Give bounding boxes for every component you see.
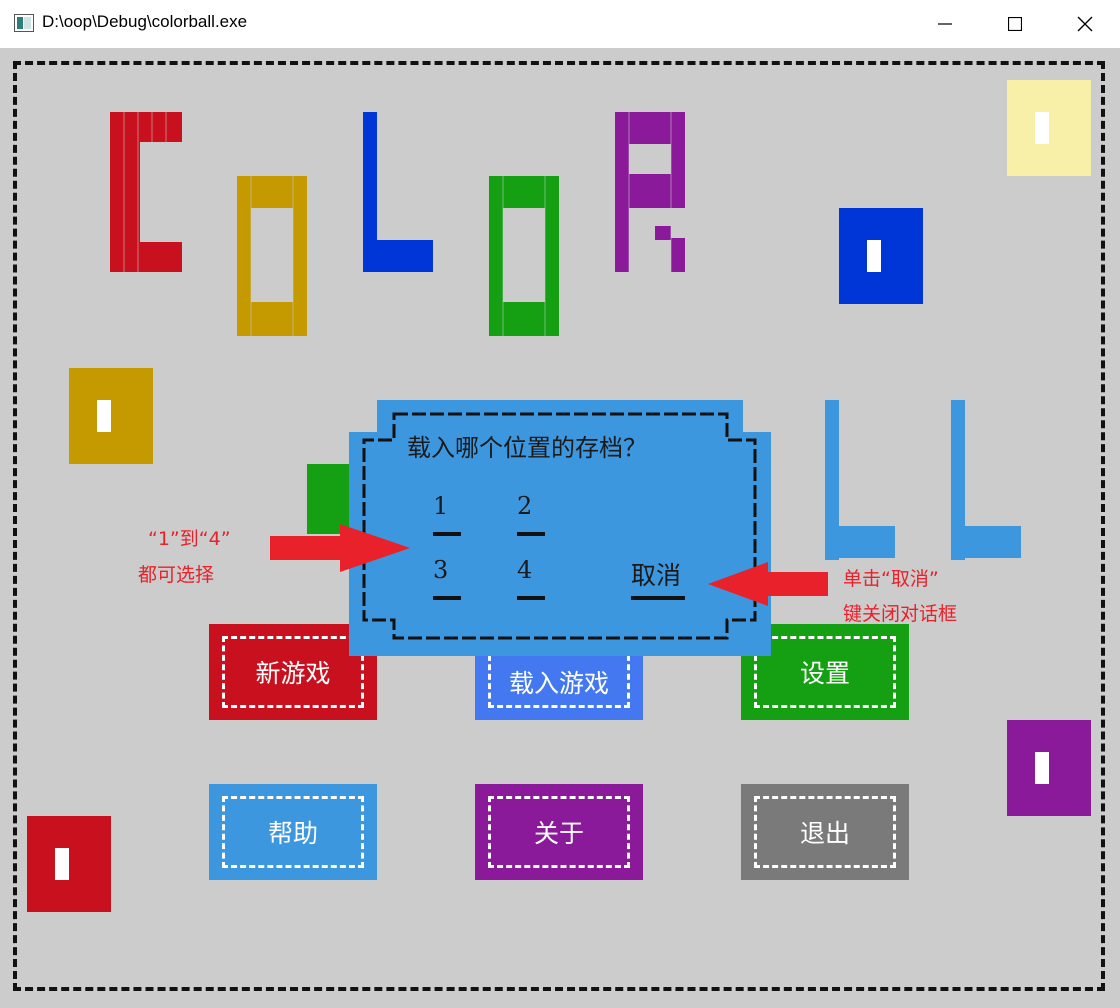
load-game-label: 载入游戏	[508, 669, 609, 698]
help-button[interactable]: 帮助	[209, 784, 377, 880]
ball-purple	[1007, 720, 1091, 816]
title-bar: D:\oop\Debug\colorball.exe	[0, 0, 1120, 48]
maximize-icon	[1008, 17, 1022, 31]
new-game-label: 新游戏	[255, 659, 331, 688]
window-title: D:\oop\Debug\colorball.exe	[42, 12, 248, 31]
about-button[interactable]: 关于	[475, 784, 643, 880]
annotation-left-line1: “1”到“4”	[148, 528, 231, 550]
slot-2-button[interactable]: 2	[515, 492, 549, 542]
slot-1-button[interactable]: 1	[431, 492, 465, 542]
exit-button[interactable]: 退出	[741, 784, 909, 880]
logo-letter-l2	[825, 400, 895, 560]
annotation-right-line1: 单击“取消”	[843, 568, 939, 590]
logo-letter-o2	[489, 176, 559, 336]
logo-letter-o1	[237, 176, 307, 336]
ball-blue	[839, 208, 923, 304]
logo-letter-l3	[951, 400, 1021, 560]
close-icon	[1077, 16, 1093, 32]
slot-3-label: 3	[433, 556, 449, 584]
about-label: 关于	[533, 819, 584, 848]
dialog-question: 载入哪个位置的存档？	[407, 434, 647, 462]
help-label: 帮助	[267, 819, 318, 848]
settings-label: 设置	[799, 659, 850, 688]
minimize-button[interactable]	[910, 0, 980, 48]
exit-label: 退出	[799, 819, 850, 848]
logo-letter-c	[110, 112, 182, 272]
close-button[interactable]	[1050, 0, 1120, 48]
cancel-label: 取消	[631, 561, 682, 590]
logo-letter-r	[615, 112, 685, 272]
slot-2-label: 2	[517, 492, 533, 520]
slot-3-button[interactable]: 3	[431, 556, 465, 606]
slot-1-label: 1	[433, 492, 449, 520]
load-dialog: 载入哪个位置的存档？ 1 2 3 4 取消	[349, 400, 771, 656]
arrow-left-icon	[708, 562, 828, 606]
slot-4-label: 4	[517, 556, 533, 584]
minimize-icon	[938, 23, 952, 25]
ball-gold	[69, 368, 153, 464]
maximize-button[interactable]	[980, 0, 1050, 48]
ball-yellow	[1007, 80, 1091, 176]
app-icon	[14, 14, 34, 32]
slot-4-button[interactable]: 4	[515, 556, 549, 606]
logo-letter-l	[363, 112, 433, 272]
annotation-right-line2: 键关闭对话框	[843, 603, 958, 625]
annotation-left-line2: 都可选择	[138, 564, 215, 586]
ball-red	[27, 816, 111, 912]
game-canvas: 新游戏 载入游戏 设置 帮助 关于 退出 载入哪个位置的存档？ 1 2 3 4 …	[0, 48, 1120, 1008]
cancel-button[interactable]: 取消	[629, 556, 693, 606]
arrow-right-icon	[270, 524, 410, 572]
